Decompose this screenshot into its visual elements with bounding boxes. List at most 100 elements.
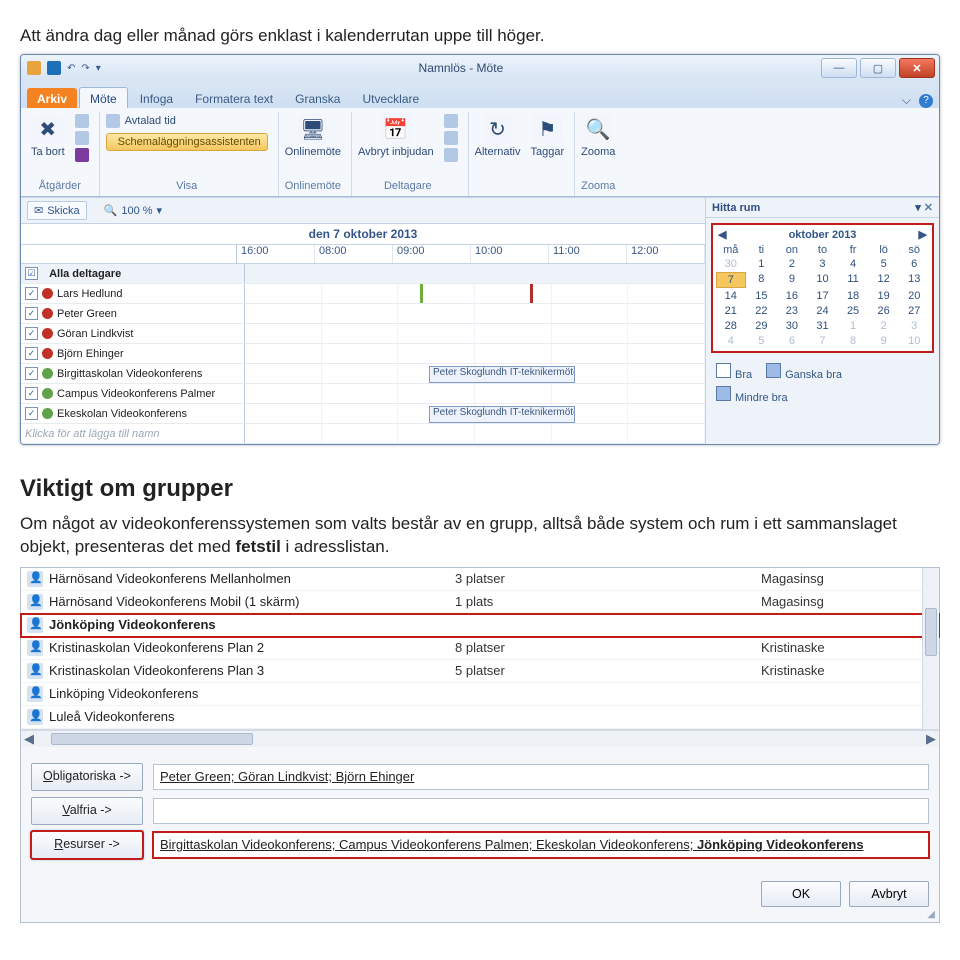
tab-granska[interactable]: Granska — [285, 88, 350, 108]
tab-formatera[interactable]: Formatera text — [185, 88, 283, 108]
resurser-field[interactable]: Birgittaskolan Videokonferens; Campus Vi… — [153, 832, 929, 858]
calendar-day[interactable]: 1 — [838, 319, 868, 333]
options-button[interactable]: ↻Alternativ — [475, 114, 521, 158]
calendar-day[interactable]: 5 — [869, 257, 899, 271]
calendar-day[interactable]: 22 — [747, 304, 777, 318]
address-row[interactable]: Härnösand Videokonferens Mellanholmen3 p… — [21, 568, 939, 591]
prev-month-icon[interactable]: ◀ — [718, 228, 726, 241]
calendar-day[interactable]: 9 — [869, 334, 899, 348]
calendar-day[interactable]: 8 — [838, 334, 868, 348]
redo-icon[interactable]: ↷ — [81, 63, 89, 74]
calendar-day[interactable]: 4 — [716, 334, 746, 348]
scroll-left-icon[interactable]: ◀ — [21, 731, 37, 747]
calendar-day[interactable]: 24 — [808, 304, 838, 318]
calendar-mini-button[interactable] — [75, 114, 89, 128]
resize-grip-icon[interactable]: ◢ — [21, 909, 939, 922]
checknames-mini-button[interactable] — [444, 131, 458, 145]
qat-dropdown-icon[interactable]: ▾ — [96, 63, 101, 74]
calendar-day[interactable]: 2 — [777, 257, 807, 271]
ok-button[interactable]: OK — [761, 881, 841, 907]
calendar-day[interactable]: 10 — [808, 272, 838, 288]
calendar-day[interactable]: 31 — [808, 319, 838, 333]
calendar-day[interactable]: 30 — [716, 257, 746, 271]
attendee-checkbox[interactable]: ✓ — [25, 347, 38, 360]
calendar-day[interactable]: 14 — [716, 289, 746, 303]
vertical-scrollbar[interactable] — [922, 568, 939, 729]
attendee-checkbox[interactable]: ✓ — [25, 407, 38, 420]
address-row[interactable]: Luleå Videokonferens — [21, 706, 939, 729]
calendar-day[interactable]: 18 — [838, 289, 868, 303]
find-room-close-icon[interactable]: ✕ — [924, 202, 933, 214]
calendar-day[interactable]: 17 — [808, 289, 838, 303]
addressbook-mini-button[interactable] — [444, 114, 458, 128]
send-button[interactable]: ✉ Skicka — [27, 201, 87, 220]
calendar-day[interactable]: 21 — [716, 304, 746, 318]
attendee-checkbox[interactable]: ✓ — [25, 307, 38, 320]
save-icon[interactable] — [47, 61, 61, 75]
zoom-button[interactable]: 🔍Zooma — [581, 114, 615, 158]
address-row[interactable]: Linköping Videokonferens — [21, 683, 939, 706]
calendar-day[interactable]: 30 — [777, 319, 807, 333]
calendar-day[interactable]: 10 — [899, 334, 929, 348]
tags-button[interactable]: ⚑Taggar — [530, 114, 564, 158]
calendar-day[interactable]: 19 — [869, 289, 899, 303]
online-meeting-button[interactable]: 🖥Onlinemöte — [285, 114, 341, 158]
select-all-checkbox[interactable]: ☑ — [25, 267, 38, 280]
calendar-day[interactable]: 25 — [838, 304, 868, 318]
tab-utvecklare[interactable]: Utvecklare — [352, 88, 429, 108]
close-button[interactable]: ✕ — [899, 58, 935, 78]
horizontal-scrollbar[interactable]: ◀ ▶ — [21, 730, 939, 747]
undo-icon[interactable]: ↶ — [67, 63, 75, 74]
collapse-ribbon-icon[interactable]: ⌵ — [902, 93, 911, 108]
calendar-day[interactable]: 12 — [869, 272, 899, 288]
onenote-mini-button[interactable] — [75, 148, 89, 162]
forward-mini-button[interactable] — [75, 131, 89, 145]
add-attendee-placeholder[interactable]: Klicka för att lägga till namn — [21, 424, 245, 443]
calendar-day[interactable]: 1 — [747, 257, 777, 271]
obligatoriska-field[interactable]: Peter Green; Göran Lindkvist; Björn Ehin… — [153, 764, 929, 790]
scheduling-assistant-button[interactable]: Schemaläggningsassistenten — [106, 133, 268, 151]
valfria-button[interactable]: Valfria -> — [31, 797, 143, 825]
avbryt-button[interactable]: Avbryt — [849, 881, 929, 907]
avtalad-tid-button[interactable]: Avtalad tid — [106, 114, 268, 128]
calendar-day[interactable]: 3 — [808, 257, 838, 271]
find-room-dropdown-icon[interactable]: ▾ — [915, 202, 921, 214]
maximize-button[interactable]: ▢ — [860, 58, 896, 78]
calendar-day[interactable]: 9 — [777, 272, 807, 288]
calendar-day[interactable]: 27 — [899, 304, 929, 318]
tab-mote[interactable]: Möte — [79, 87, 128, 108]
calendar-day[interactable]: 16 — [777, 289, 807, 303]
resurser-button[interactable]: Resurser -> — [31, 831, 143, 859]
next-month-icon[interactable]: ▶ — [919, 228, 927, 241]
response-mini-button[interactable] — [444, 148, 458, 162]
attendee-checkbox[interactable]: ✓ — [25, 387, 38, 400]
tab-arkiv[interactable]: Arkiv — [27, 88, 77, 108]
calendar-day[interactable]: 6 — [777, 334, 807, 348]
calendar-day[interactable]: 5 — [747, 334, 777, 348]
calendar-day[interactable]: 2 — [869, 319, 899, 333]
cancel-invitation-button[interactable]: 📅Avbryt inbjudan — [358, 114, 434, 158]
attendee-checkbox[interactable]: ✓ — [25, 287, 38, 300]
obligatoriska-button[interactable]: Obligatoriska -> — [31, 763, 143, 791]
calendar-day[interactable]: 6 — [899, 257, 929, 271]
delete-button[interactable]: ✖ Ta bort — [31, 114, 65, 158]
calendar-day[interactable]: 29 — [747, 319, 777, 333]
address-row[interactable]: Kristinaskolan Videokonferens Plan 35 pl… — [21, 660, 939, 683]
minimize-button[interactable]: — — [821, 58, 857, 78]
attendee-checkbox[interactable]: ✓ — [25, 367, 38, 380]
address-row[interactable]: Kristinaskolan Videokonferens Plan 28 pl… — [21, 637, 939, 660]
zoom-value-button[interactable]: 🔍 100 % ▾ — [97, 201, 169, 220]
calendar-day[interactable]: 3 — [899, 319, 929, 333]
address-row[interactable]: Härnösand Videokonferens Mobil (1 skärm)… — [21, 591, 939, 614]
event-chip[interactable]: Peter Skoglundh IT-teknikermöte — [429, 406, 575, 423]
calendar-day[interactable]: 20 — [899, 289, 929, 303]
attendee-checkbox[interactable]: ✓ — [25, 327, 38, 340]
calendar-day[interactable]: 26 — [869, 304, 899, 318]
valfria-field[interactable] — [153, 798, 929, 824]
calendar-day[interactable]: 7 — [808, 334, 838, 348]
scroll-right-icon[interactable]: ▶ — [923, 731, 939, 747]
calendar-day[interactable]: 7 — [716, 272, 746, 288]
calendar-day[interactable]: 8 — [747, 272, 777, 288]
mini-calendar[interactable]: ◀ oktober 2013 ▶ måtiontofrlösö301234567… — [711, 223, 934, 353]
calendar-day[interactable]: 13 — [899, 272, 929, 288]
